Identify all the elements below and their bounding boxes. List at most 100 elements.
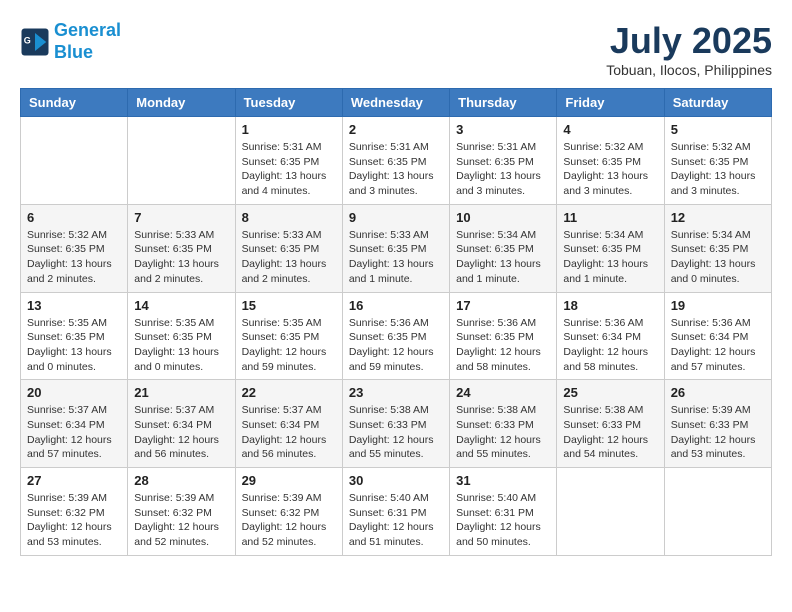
day-number: 24 (456, 385, 550, 400)
day-info: Sunrise: 5:36 AM Sunset: 6:35 PM Dayligh… (349, 316, 443, 375)
day-info: Sunrise: 5:39 AM Sunset: 6:32 PM Dayligh… (242, 491, 336, 550)
calendar-cell: 8Sunrise: 5:33 AM Sunset: 6:35 PM Daylig… (235, 204, 342, 292)
calendar-cell (128, 117, 235, 205)
calendar-cell: 27Sunrise: 5:39 AM Sunset: 6:32 PM Dayli… (21, 468, 128, 556)
calendar-header: SundayMondayTuesdayWednesdayThursdayFrid… (21, 89, 772, 117)
calendar-week-row: 6 Sunrise: 5:32 AM Sunset: 6:35 PM Daylig… (21, 204, 772, 292)
day-number: 6 (27, 210, 121, 225)
calendar-cell: 6 Sunrise: 5:32 AM Sunset: 6:35 PM Daylig… (21, 204, 128, 292)
calendar-cell: 13Sunrise: 5:35 AM Sunset: 6:35 PM Dayli… (21, 292, 128, 380)
day-number: 15 (242, 298, 336, 313)
calendar-cell (664, 468, 771, 556)
day-info: Sunrise: 5:33 AM Sunset: 6:35 PM Dayligh… (242, 228, 336, 287)
day-number: 10 (456, 210, 550, 225)
title-section: July 2025 Tobuan, Ilocos, Philippines (606, 20, 772, 78)
day-number: 17 (456, 298, 550, 313)
day-number: 28 (134, 473, 228, 488)
day-info: Sunrise: 5:37 AM Sunset: 6:34 PM Dayligh… (134, 403, 228, 462)
day-info: Sunrise: 5:34 AM Sunset: 6:35 PM Dayligh… (456, 228, 550, 287)
day-info: Sunrise: 5:34 AM Sunset: 6:35 PM Dayligh… (563, 228, 657, 287)
weekday-row: SundayMondayTuesdayWednesdayThursdayFrid… (21, 89, 772, 117)
logo-text: General Blue (54, 20, 121, 63)
day-info: Sunrise: 5:31 AM Sunset: 6:35 PM Dayligh… (456, 140, 550, 199)
calendar-cell: 5Sunrise: 5:32 AM Sunset: 6:35 PM Daylig… (664, 117, 771, 205)
calendar-cell: 11 Sunrise: 5:34 AM Sunset: 6:35 PM Dayli… (557, 204, 664, 292)
day-number: 13 (27, 298, 121, 313)
day-info: Sunrise: 5:40 AM Sunset: 6:31 PM Dayligh… (349, 491, 443, 550)
weekday-header: Tuesday (235, 89, 342, 117)
day-number: 18 (563, 298, 657, 313)
day-number: 31 (456, 473, 550, 488)
day-number: 2 (349, 122, 443, 137)
calendar-cell: 2 Sunrise: 5:31 AM Sunset: 6:35 PM Daylig… (342, 117, 449, 205)
calendar-week-row: 20 Sunrise: 5:37 AM Sunset: 6:34 PM Dayli… (21, 380, 772, 468)
calendar-cell: 31 Sunrise: 5:40 AM Sunset: 6:31 PM Dayli… (450, 468, 557, 556)
weekday-header: Monday (128, 89, 235, 117)
calendar-cell: 12Sunrise: 5:34 AM Sunset: 6:35 PM Dayli… (664, 204, 771, 292)
day-number: 20 (27, 385, 121, 400)
day-info: Sunrise: 5:39 AM Sunset: 6:33 PM Dayligh… (671, 403, 765, 462)
svg-text:G: G (24, 35, 31, 45)
day-info: Sunrise: 5:38 AM Sunset: 6:33 PM Dayligh… (563, 403, 657, 462)
weekday-header: Wednesday (342, 89, 449, 117)
calendar-cell: 22 Sunrise: 5:37 AM Sunset: 6:34 PM Dayli… (235, 380, 342, 468)
calendar-cell: 24 Sunrise: 5:38 AM Sunset: 6:33 PM Dayli… (450, 380, 557, 468)
weekday-header: Saturday (664, 89, 771, 117)
day-number: 1 (242, 122, 336, 137)
weekday-header: Sunday (21, 89, 128, 117)
day-info: Sunrise: 5:33 AM Sunset: 6:35 PM Dayligh… (134, 228, 228, 287)
day-number: 21 (134, 385, 228, 400)
day-number: 19 (671, 298, 765, 313)
calendar-cell: 10 Sunrise: 5:34 AM Sunset: 6:35 PM Dayli… (450, 204, 557, 292)
day-info: Sunrise: 5:32 AM Sunset: 6:35 PM Dayligh… (27, 228, 121, 287)
day-info: Sunrise: 5:35 AM Sunset: 6:35 PM Dayligh… (134, 316, 228, 375)
calendar-cell: 15 Sunrise: 5:35 AM Sunset: 6:35 PM Dayli… (235, 292, 342, 380)
day-info: Sunrise: 5:39 AM Sunset: 6:32 PM Dayligh… (134, 491, 228, 550)
month-year: July 2025 (606, 20, 772, 62)
day-info: Sunrise: 5:31 AM Sunset: 6:35 PM Dayligh… (349, 140, 443, 199)
calendar-cell: 20 Sunrise: 5:37 AM Sunset: 6:34 PM Dayli… (21, 380, 128, 468)
day-number: 25 (563, 385, 657, 400)
calendar-cell: 28 Sunrise: 5:39 AM Sunset: 6:32 PM Dayli… (128, 468, 235, 556)
day-number: 14 (134, 298, 228, 313)
day-info: Sunrise: 5:31 AM Sunset: 6:35 PM Dayligh… (242, 140, 336, 199)
day-info: Sunrise: 5:38 AM Sunset: 6:33 PM Dayligh… (349, 403, 443, 462)
calendar-cell: 29Sunrise: 5:39 AM Sunset: 6:32 PM Dayli… (235, 468, 342, 556)
calendar-cell: 4Sunrise: 5:32 AM Sunset: 6:35 PM Daylig… (557, 117, 664, 205)
day-number: 22 (242, 385, 336, 400)
calendar-cell: 25 Sunrise: 5:38 AM Sunset: 6:33 PM Dayli… (557, 380, 664, 468)
day-number: 30 (349, 473, 443, 488)
calendar-cell: 26 Sunrise: 5:39 AM Sunset: 6:33 PM Dayli… (664, 380, 771, 468)
day-number: 26 (671, 385, 765, 400)
day-info: Sunrise: 5:37 AM Sunset: 6:34 PM Dayligh… (242, 403, 336, 462)
calendar-cell: 21 Sunrise: 5:37 AM Sunset: 6:34 PM Dayli… (128, 380, 235, 468)
calendar-week-row: 1 Sunrise: 5:31 AM Sunset: 6:35 PM Daylig… (21, 117, 772, 205)
calendar-body: 1 Sunrise: 5:31 AM Sunset: 6:35 PM Daylig… (21, 117, 772, 556)
day-info: Sunrise: 5:36 AM Sunset: 6:34 PM Dayligh… (671, 316, 765, 375)
calendar-week-row: 27Sunrise: 5:39 AM Sunset: 6:32 PM Dayli… (21, 468, 772, 556)
logo-line2: Blue (54, 42, 93, 62)
logo-line1: General (54, 20, 121, 40)
calendar-week-row: 13 Sunrise: 5:35 AM Sunset: 6:35 PM Dayli… (21, 292, 772, 380)
calendar-cell: 18Sunrise: 5:36 AM Sunset: 6:34 PM Dayli… (557, 292, 664, 380)
day-info: Sunrise: 5:38 AM Sunset: 6:33 PM Dayligh… (456, 403, 550, 462)
weekday-header: Friday (557, 89, 664, 117)
day-info: Sunrise: 5:37 AM Sunset: 6:34 PM Dayligh… (27, 403, 121, 462)
day-info: Sunrise: 5:36 AM Sunset: 6:35 PM Dayligh… (456, 316, 550, 375)
day-info: Sunrise: 5:40 AM Sunset: 6:31 PM Dayligh… (456, 491, 550, 550)
calendar-cell: 14 Sunrise: 5:35 AM Sunset: 6:35 PM Dayli… (128, 292, 235, 380)
location: Tobuan, Ilocos, Philippines (606, 62, 772, 78)
calendar-cell: 9Sunrise: 5:33 AM Sunset: 6:35 PM Daylig… (342, 204, 449, 292)
day-number: 3 (456, 122, 550, 137)
weekday-header: Thursday (450, 89, 557, 117)
day-info: Sunrise: 5:32 AM Sunset: 6:35 PM Dayligh… (671, 140, 765, 199)
day-number: 11 (563, 210, 657, 225)
calendar-cell: 16Sunrise: 5:36 AM Sunset: 6:35 PM Dayli… (342, 292, 449, 380)
day-info: Sunrise: 5:35 AM Sunset: 6:35 PM Dayligh… (242, 316, 336, 375)
calendar-cell: 19 Sunrise: 5:36 AM Sunset: 6:34 PM Dayli… (664, 292, 771, 380)
day-info: Sunrise: 5:33 AM Sunset: 6:35 PM Dayligh… (349, 228, 443, 287)
day-number: 4 (563, 122, 657, 137)
calendar-cell: 7Sunrise: 5:33 AM Sunset: 6:35 PM Daylig… (128, 204, 235, 292)
calendar-cell: 23Sunrise: 5:38 AM Sunset: 6:33 PM Dayli… (342, 380, 449, 468)
page-header: G General Blue July 2025 Tobuan, Ilocos,… (20, 20, 772, 78)
